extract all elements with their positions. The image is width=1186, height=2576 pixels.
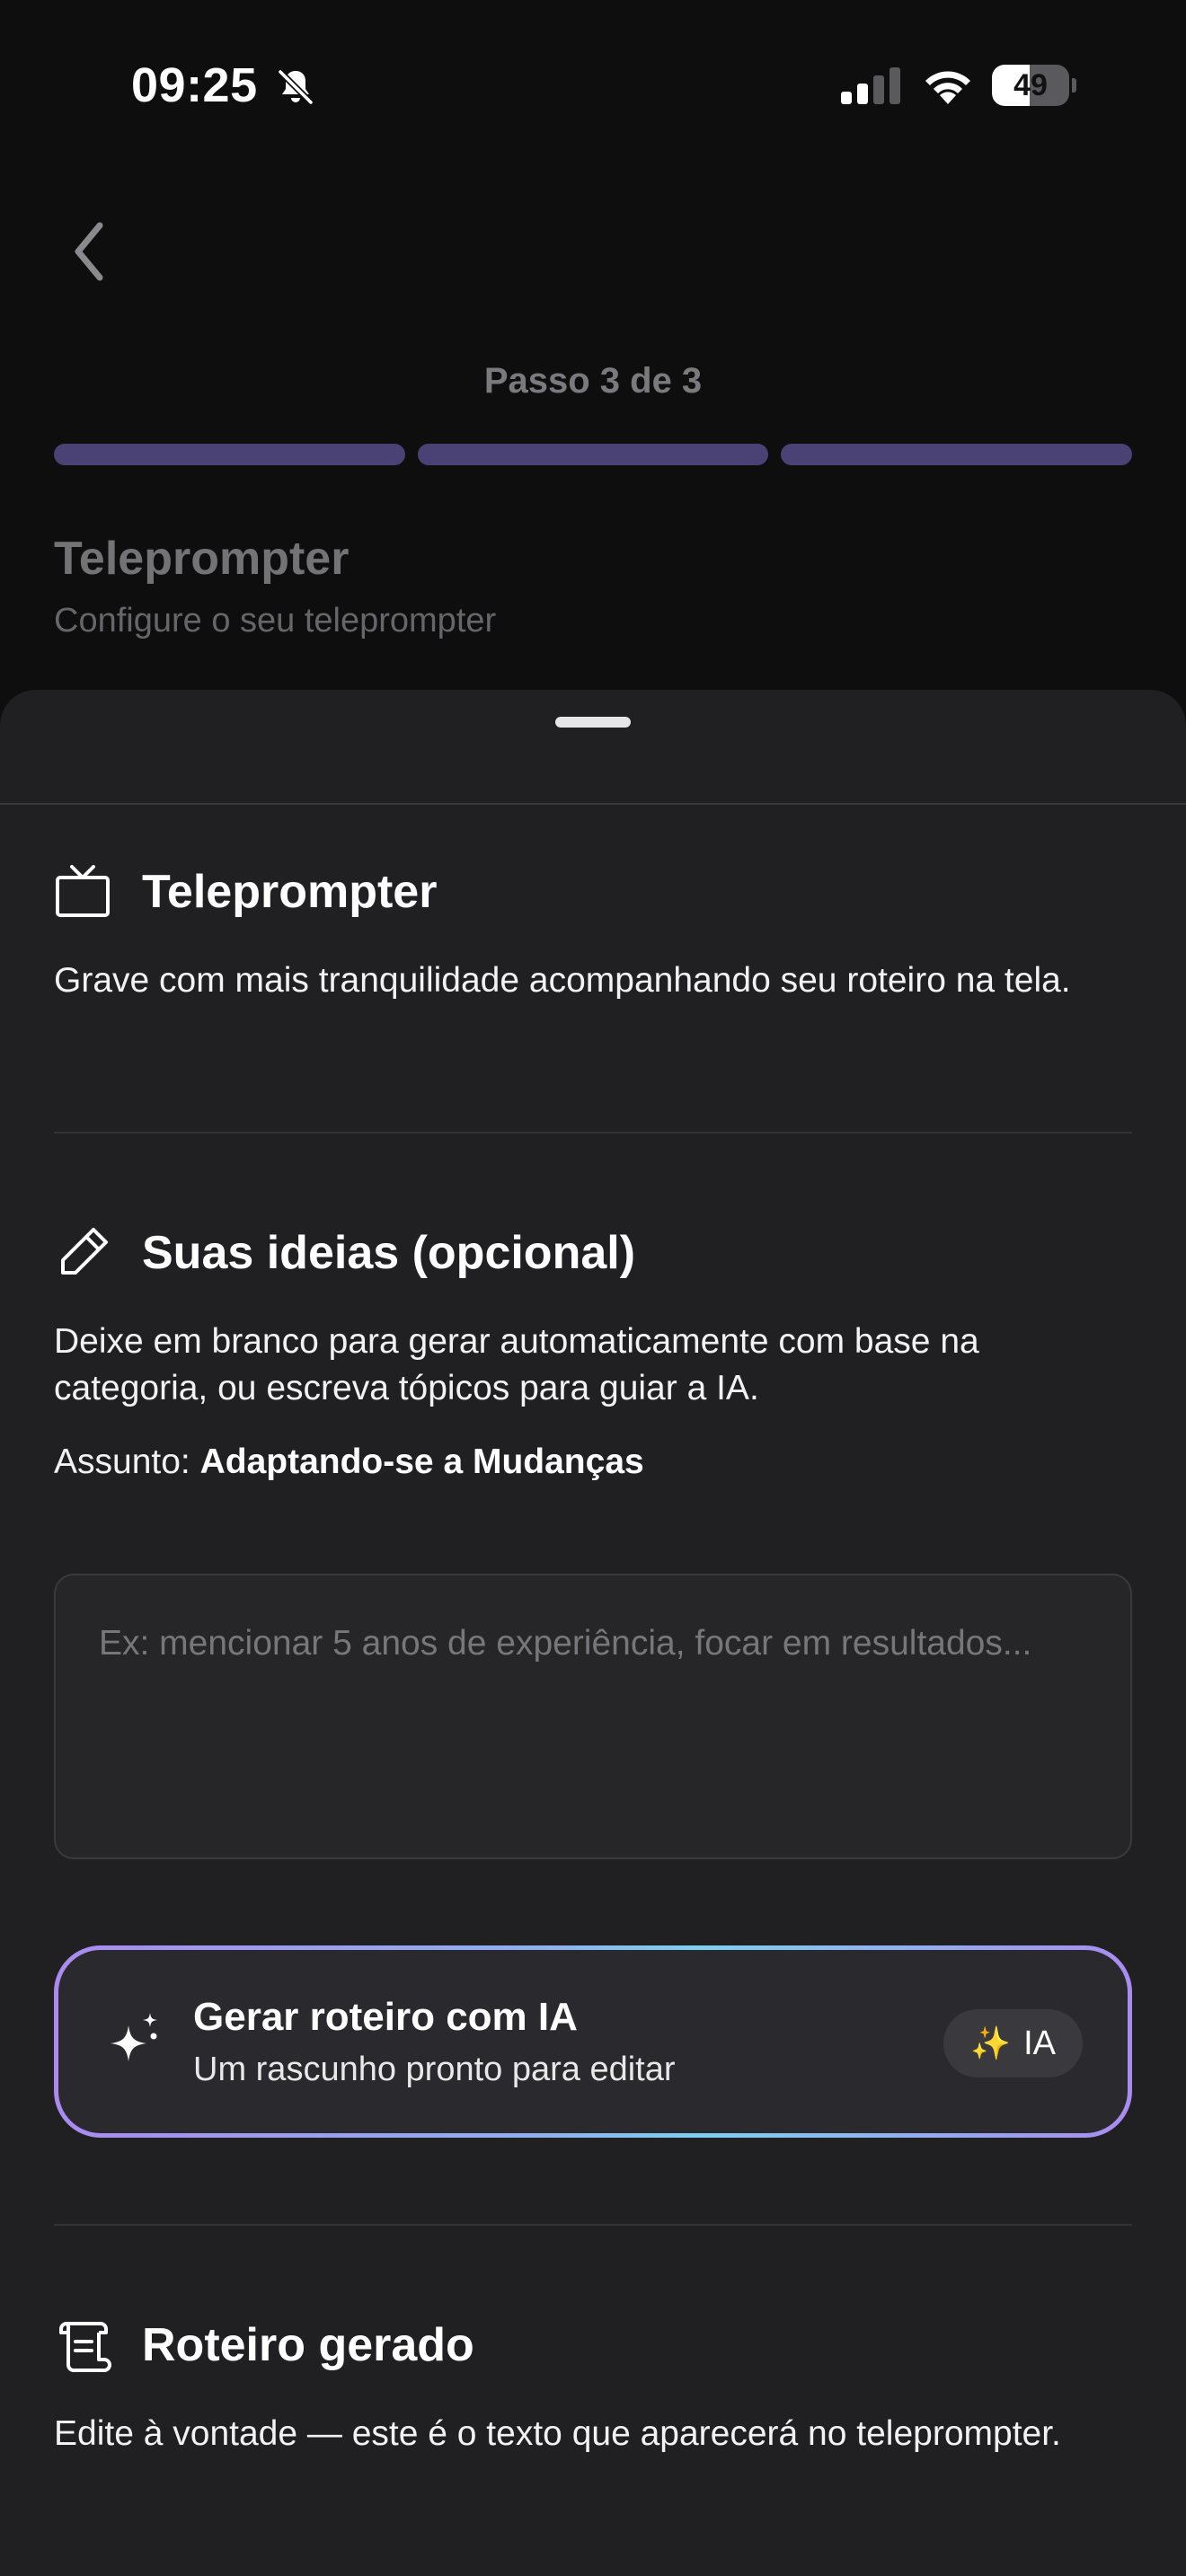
ideas-section-description: Deixe em branco para gerar automaticamen… [54, 1322, 979, 1407]
ai-badge-label: IA [1023, 2024, 1056, 2062]
progress-segment [417, 444, 769, 465]
status-bar: 09:25 49 [0, 0, 1186, 171]
teleprompter-section-header: Teleprompter [54, 860, 437, 923]
step-indicator: Passo 3 de 3 [483, 361, 703, 401]
script-section-header: Roteiro gerado [54, 2314, 474, 2377]
script-section-description: Edite à vontade — este é o texto que apa… [54, 2414, 1061, 2453]
script-section-title: Roteiro gerado [142, 2319, 474, 2371]
page-subtitle: Configure o seu teleprompter [54, 602, 497, 640]
ideas-section-header: Suas ideias (opcional) [54, 1222, 635, 1284]
ai-badge: ✨ IA [943, 2009, 1083, 2078]
chevron-left-icon [75, 222, 103, 281]
section-divider [54, 1132, 1132, 1134]
progress-segment [54, 444, 405, 465]
wifi-icon [925, 71, 970, 104]
ai-card-title: Gerar roteiro com IA [193, 1995, 578, 2039]
pencil-icon [54, 1224, 111, 1282]
battery-percent: 49 [1013, 68, 1048, 102]
generate-ai-script-button[interactable]: Gerar roteiro com IA Um rascunho pronto … [54, 1945, 1132, 2138]
step-progress-bar [54, 444, 1133, 465]
ideas-textarea[interactable] [54, 1574, 1132, 1859]
ai-card-subtitle: Um rascunho pronto para editar [193, 2051, 676, 2088]
sparkles-icon [111, 2013, 157, 2061]
subject-line: Assunto: Adaptando-se a Mudanças [54, 1439, 644, 1486]
status-time: 09:25 [131, 58, 258, 112]
back-button[interactable] [58, 216, 120, 287]
bell-muted-icon [278, 69, 314, 105]
sheet-grabber[interactable] [555, 717, 631, 728]
teleprompter-section-description: Grave com mais tranquilidade acompanhand… [54, 961, 1071, 1000]
section-divider [54, 2224, 1132, 2226]
teleprompter-section-title: Teleprompter [142, 866, 438, 918]
tv-icon [54, 863, 111, 921]
subject-value: Adaptando-se a Mudanças [199, 1442, 644, 1481]
cellular-signal-icon [841, 67, 900, 104]
sheet-divider [0, 803, 1186, 805]
battery-icon: 49 [992, 65, 1076, 106]
screen: 09:25 49 Passo 3 de 3 Teleprompter Confi… [0, 0, 1186, 2576]
page-title: Teleprompter [54, 533, 350, 585]
sparkles-badge-icon: ✨ [970, 2025, 1012, 2061]
progress-segment [781, 444, 1133, 465]
bottom-sheet: Teleprompter Grave com mais tranquilidad… [0, 690, 1186, 2576]
scroll-icon [54, 2316, 111, 2374]
subject-label: Assunto: [54, 1442, 190, 1481]
ideas-section-title: Suas ideias (opcional) [142, 1227, 636, 1279]
